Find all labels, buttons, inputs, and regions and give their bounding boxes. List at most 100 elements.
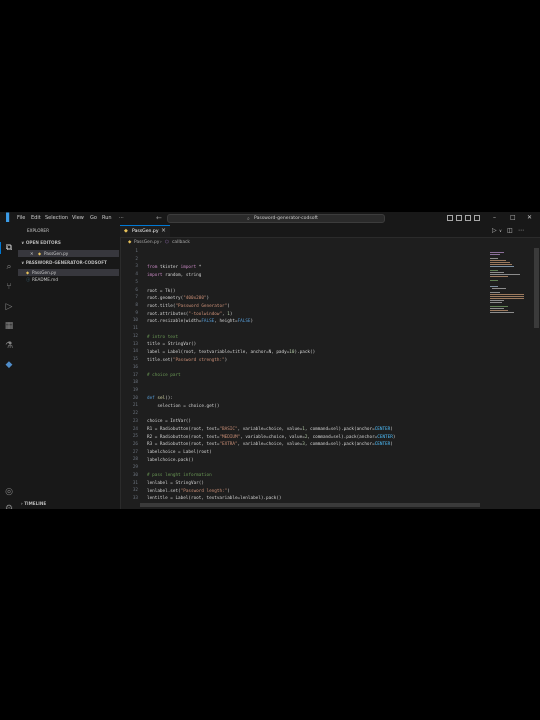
code-line: root.geometry("400x280") [147,296,210,301]
code-line: lentitle = Label(root, textvariable=lenl… [147,496,282,501]
file-item-readme[interactable]: README.md [32,277,58,283]
python-file-icon: ◆ [128,240,132,245]
python-file-icon: ◆ [124,228,128,234]
line-number: 17 [132,372,138,378]
open-editor-item[interactable]: ✕ ◆ PassGen.py [18,250,119,257]
code-line: R1 = Radiobutton(root, text="BASIC", var… [147,427,393,432]
line-number: 27 [132,449,138,455]
vertical-scrollbar-thumb[interactable] [534,248,539,328]
vscode-window: ▐ File Edit Selection View Go Run ··· ← … [0,212,540,509]
command-center-label: Password-generator-codsoft [254,216,318,221]
explorer-title: EXPLORER [27,228,49,233]
line-number: 4 [135,272,138,278]
line-number: 26 [132,442,138,447]
command-center-search[interactable]: ⌕ Password-generator-codsoft [167,214,385,223]
menu-selection[interactable]: Selection [45,214,68,222]
toggle-panel-icon[interactable] [456,215,462,221]
code-line: labelchoice = Label(root) [147,450,212,455]
run-dropdown-icon[interactable]: ∨ [499,227,502,235]
line-number: 18 [132,380,138,386]
line-number: 29 [132,465,138,471]
menu-edit[interactable]: Edit [31,214,41,222]
line-number: 15 [132,357,138,363]
line-number: 12 [132,333,138,339]
explorer-icon[interactable]: ⧉ [4,243,14,253]
code-editor[interactable]: 1 2 3 4 5 6 7 8 9 10 11 12 13 14 15 16 17 18 19 20 21 22 23 24 2… [120,248,485,509]
minimap[interactable] [488,248,526,328]
code-line: selection = choice.get() [147,404,220,409]
line-number: 2 [135,256,138,262]
code-line: R3 = Radiobutton(root, text="EXTRA", var… [147,442,393,447]
open-editors-header[interactable]: ∨ OPEN EDITORS [21,240,61,246]
breadcrumb-file[interactable]: PassGen.py [134,239,159,246]
python-file-icon: ◆ [26,270,30,275]
customize-layout-icon[interactable] [474,215,480,221]
code-line: root.title("Password Generator") [147,304,230,309]
run-debug-icon[interactable]: ▷ [4,302,14,312]
run-python-file-icon[interactable]: ▷ [492,227,497,235]
maximize-icon[interactable]: □ [510,213,516,223]
code-line: lenlabel = StringVar() [147,481,204,486]
info-file-icon: ⓘ [26,277,31,282]
python-file-icon: ◆ [38,251,42,256]
source-control-icon[interactable]: ⑂ [4,282,14,292]
open-editor-filename: PassGen.py [44,251,69,256]
split-editor-icon[interactable]: ◫ [507,227,513,235]
close-tab-icon[interactable]: × [161,227,166,235]
explorer-sidebar: EXPLORER ∨ OPEN EDITORS ✕ ◆ PassGen.py ∨… [18,225,121,509]
menu-go[interactable]: Go [90,214,97,222]
code-line: # choice part [147,373,181,378]
line-number: 19 [132,387,138,393]
line-number: 33 [132,496,138,502]
line-number: 11 [132,326,138,332]
function-symbol-icon: ⬡ [165,240,169,245]
menu-view[interactable]: View [72,214,84,222]
close-window-icon[interactable]: ✕ [527,213,532,223]
code-line: root.resizable(width=FALSE, height=FALSE… [147,319,254,324]
extensions-icon[interactable]: ▦ [4,321,14,331]
line-number: 23 [132,418,138,424]
code-line: title = StringVar() [147,342,197,347]
title-bar: ▐ File Edit Selection View Go Run ··· ← … [0,212,540,226]
code-line: # pass lenght information [147,473,212,478]
code-line: title.set("Password strength:") [147,358,228,363]
settings-gear-icon[interactable]: ⚙ [4,504,14,509]
editor-tab-bar: ◆ PassGen.py × ▷ ∨ ◫ ⋯ [120,225,540,238]
line-number: 13 [132,341,138,347]
file-item-passgen[interactable]: ◆ PassGen.py [18,269,119,276]
vscode-logo-icon: ▐ [3,213,10,222]
close-editor-icon[interactable]: ✕ [30,251,34,257]
horizontal-scrollbar-thumb[interactable] [140,503,480,507]
line-number: 31 [132,480,138,486]
line-number: 25 [132,434,138,440]
project-folder-header[interactable]: ∨ PASSWORD-GENERATOR-CODSOFT [21,260,107,266]
account-icon[interactable]: ◎ [4,487,14,497]
more-actions-icon[interactable]: ⋯ [518,227,524,235]
toggle-secondary-sidebar-icon[interactable] [465,215,471,221]
line-number: 6 [135,287,138,293]
tab-passgen[interactable]: ◆ PassGen.py × [120,225,170,237]
code-line: labelchoice.pack() [147,458,194,463]
menu-more[interactable]: ··· [119,214,124,222]
search-view-icon[interactable]: ⌕ [4,262,14,272]
code-line: label = Label(root, textvariable=title, … [147,350,316,355]
line-number: 3 [135,264,138,270]
menu-run[interactable]: Run [102,214,112,222]
back-arrow-icon[interactable]: ← [156,213,162,223]
breadcrumb: ◆ PassGen.py › ⬡ callback [120,238,490,247]
line-number: 9 [135,310,138,316]
line-number: 22 [132,411,138,417]
menu-file[interactable]: File [17,214,25,222]
active-view-indicator [0,242,1,254]
line-number: 16 [132,364,138,370]
breadcrumb-symbol[interactable]: callback [172,239,190,246]
testing-icon[interactable]: ⚗ [4,341,14,351]
minimize-icon[interactable]: – [493,213,496,223]
toggle-primary-sidebar-icon[interactable] [447,215,453,221]
line-number: 1 [135,249,138,254]
line-number: 30 [132,472,138,478]
line-number: 8 [135,303,138,309]
search-icon: ⌕ [247,216,250,222]
timeline-header[interactable]: › TIMELINE [21,501,46,507]
python-icon[interactable]: ◆ [4,360,14,370]
